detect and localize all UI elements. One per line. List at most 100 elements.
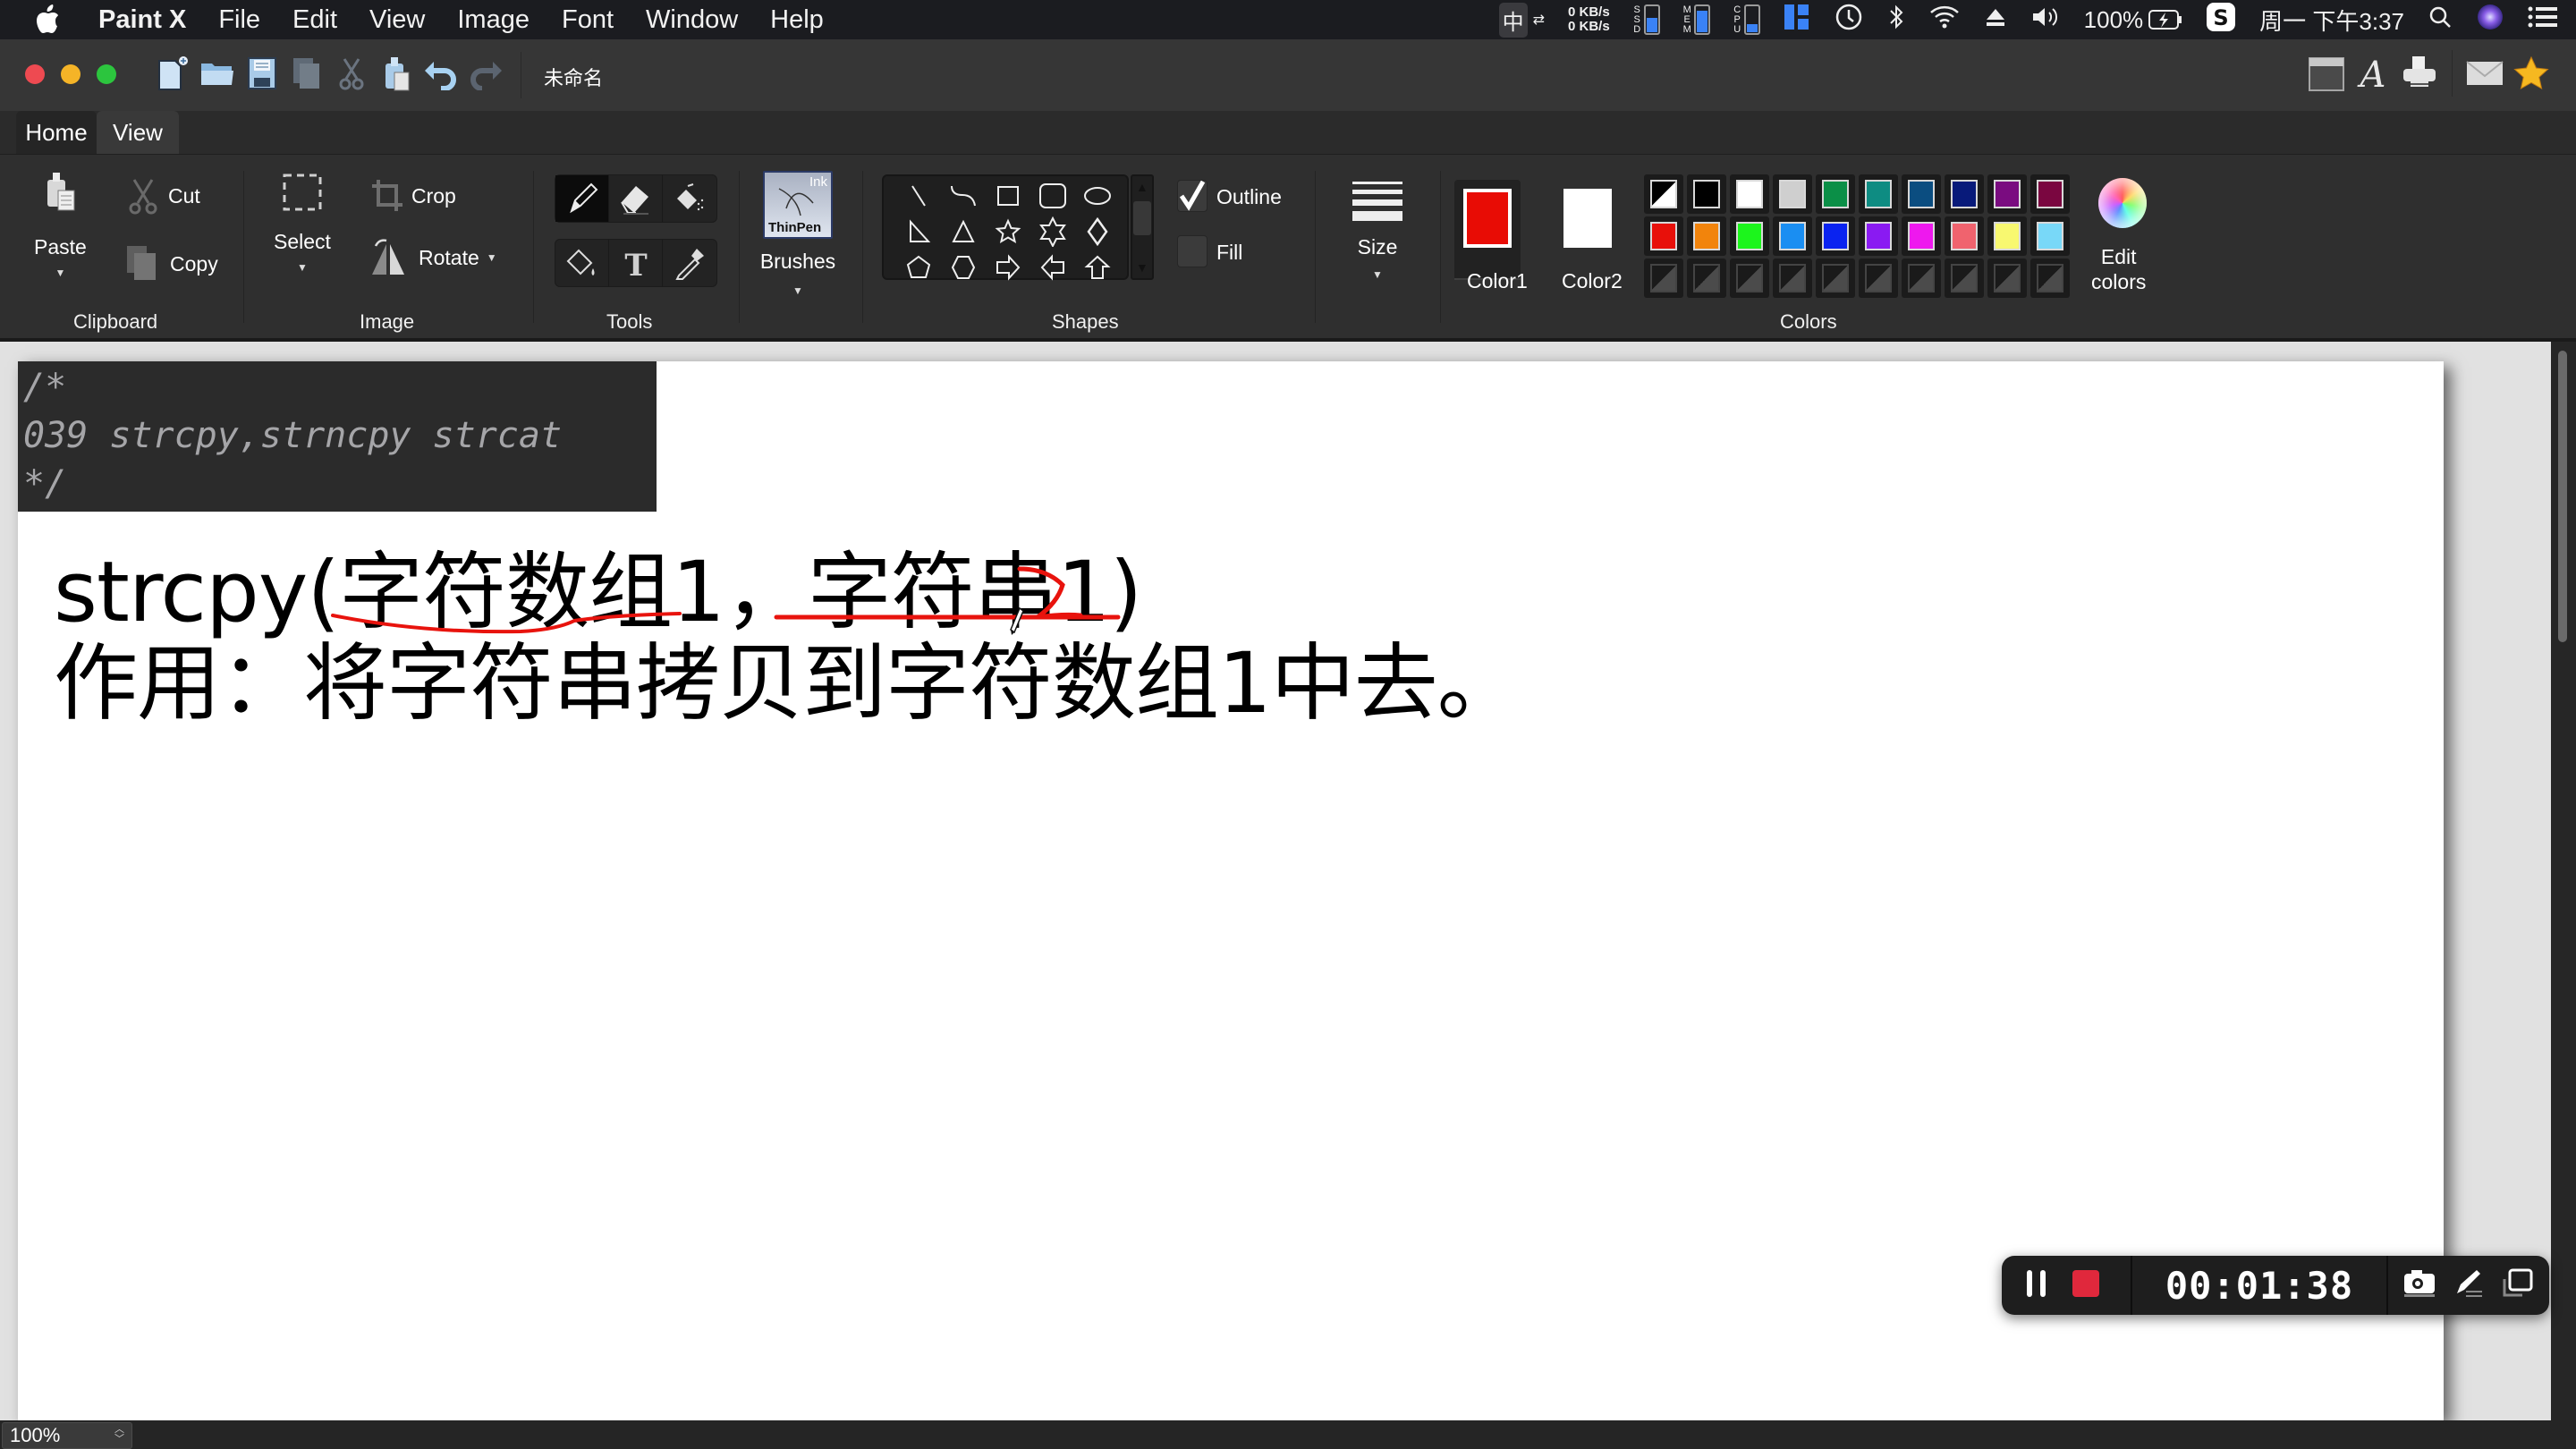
shape-star5[interactable]	[986, 214, 1030, 250]
menu-help[interactable]: Help	[770, 5, 824, 35]
shape-rounded-rectangle[interactable]	[1030, 178, 1075, 214]
palette-custom-slot[interactable]	[1687, 258, 1726, 298]
sogou-icon[interactable]: S	[2206, 2, 2236, 38]
fill-checkbox[interactable]	[1177, 235, 1208, 267]
input-method[interactable]: 中 ⇄	[1498, 2, 1545, 38]
select-button[interactable]: Select ▼	[274, 173, 331, 274]
palette-color[interactable]	[1987, 174, 2027, 214]
shape-right-triangle[interactable]	[896, 214, 941, 250]
stop-recording-button[interactable]	[2072, 1268, 2100, 1303]
palette-custom-slot[interactable]	[1945, 258, 1984, 298]
tab-view[interactable]: View	[97, 111, 179, 154]
mail-icon[interactable]	[2465, 52, 2504, 95]
network-speed[interactable]: 0 KB/s 0 KB/s	[1568, 5, 1610, 34]
paste-button[interactable]: Paste ▼	[34, 171, 87, 279]
palette-color[interactable]	[1730, 174, 1769, 214]
window-view-icon[interactable]	[2307, 52, 2346, 95]
shape-hexagon[interactable]	[941, 250, 986, 285]
shape-star6[interactable]	[1030, 214, 1075, 250]
annotate-button[interactable]	[2452, 1268, 2486, 1303]
shapes-scroll-thumb[interactable]	[1133, 201, 1151, 235]
shape-diamond[interactable]	[1075, 214, 1120, 250]
text-tool[interactable]: T	[609, 240, 663, 286]
palette-color[interactable]	[1644, 216, 1683, 256]
clock[interactable]: 周一 下午3:37	[2259, 4, 2404, 37]
palette-color[interactable]	[1902, 216, 1941, 256]
palette-custom-slot[interactable]	[2030, 258, 2070, 298]
palette-color[interactable]	[1730, 216, 1769, 256]
wifi-icon[interactable]	[1928, 4, 1961, 37]
vertical-scroll-thumb[interactable]	[2558, 351, 2567, 642]
menu-window[interactable]: Window	[646, 5, 738, 35]
eject-icon[interactable]	[1984, 5, 2007, 35]
paste-icon[interactable]	[377, 54, 415, 93]
crop-button[interactable]: Crop	[370, 178, 456, 214]
menu-view[interactable]: View	[369, 5, 425, 35]
menu-image[interactable]: Image	[457, 5, 530, 35]
shape-ellipse[interactable]	[1075, 178, 1120, 214]
minimize-window-button[interactable]	[61, 64, 80, 84]
color1-button[interactable]	[1454, 180, 1521, 280]
shape-left-arrow[interactable]	[1030, 250, 1075, 285]
bluetooth-icon[interactable]	[1887, 3, 1905, 38]
palette-color[interactable]	[1987, 216, 2027, 256]
shape-line[interactable]	[896, 178, 941, 214]
menu-file[interactable]: File	[218, 5, 260, 35]
window-mode-button[interactable]	[2501, 1268, 2535, 1303]
copy-button[interactable]: Copy	[125, 244, 218, 284]
palette-color[interactable]	[1773, 216, 1812, 256]
shape-up-arrow[interactable]	[1075, 250, 1120, 285]
window-layout-icon[interactable]	[1784, 4, 1810, 37]
color-picker-tool[interactable]	[663, 240, 716, 286]
star-icon[interactable]	[2512, 52, 2551, 95]
new-file-icon[interactable]	[154, 54, 191, 93]
rotate-button[interactable]: Rotate ▼	[369, 237, 497, 278]
size-button[interactable]: Size ▼	[1342, 182, 1413, 281]
battery-status[interactable]: 100%	[2084, 6, 2183, 34]
cpu-meter[interactable]: CPU	[1733, 4, 1760, 35]
pencil-tool[interactable]	[555, 175, 609, 222]
palette-color-black-white[interactable]	[1644, 174, 1683, 214]
palette-custom-slot[interactable]	[1859, 258, 1898, 298]
palette-color[interactable]	[2030, 174, 2070, 214]
palette-custom-slot[interactable]	[1816, 258, 1855, 298]
palette-custom-slot[interactable]	[1730, 258, 1769, 298]
menu-edit[interactable]: Edit	[292, 5, 337, 35]
eraser-tool[interactable]	[609, 175, 663, 222]
palette-color[interactable]	[1773, 174, 1812, 214]
palette-color[interactable]	[1816, 174, 1855, 214]
palette-color[interactable]	[1945, 174, 1984, 214]
palette-color[interactable]	[1687, 174, 1726, 214]
edit-colors-button[interactable]: Edit colors	[2091, 244, 2146, 294]
palette-color[interactable]	[1859, 216, 1898, 256]
outline-checkbox[interactable]	[1177, 180, 1208, 212]
close-window-button[interactable]	[25, 64, 45, 84]
fill-tool[interactable]	[555, 240, 609, 286]
brushes-button[interactable]: Ink ThinPen Brushes ▼	[751, 171, 844, 297]
palette-custom-slot[interactable]	[1902, 258, 1941, 298]
shape-triangle[interactable]	[941, 214, 986, 250]
font-icon[interactable]: A	[2353, 52, 2393, 95]
mem-meter[interactable]: MEM	[1683, 4, 1710, 35]
scroll-down-icon[interactable]: ▼	[1136, 260, 1148, 275]
cut-button[interactable]: Cut	[127, 176, 200, 216]
zoom-window-button[interactable]	[97, 64, 116, 84]
tab-home[interactable]: Home	[16, 111, 97, 154]
ssd-meter[interactable]: SSD	[1633, 4, 1660, 35]
spotlight-icon[interactable]	[2428, 4, 2453, 36]
shape-right-arrow[interactable]	[986, 250, 1030, 285]
palette-color[interactable]	[1945, 216, 1984, 256]
time-machine-icon[interactable]	[1834, 2, 1864, 38]
scroll-up-icon[interactable]: ▲	[1136, 180, 1148, 194]
palette-custom-slot[interactable]	[1644, 258, 1683, 298]
apple-menu-icon[interactable]	[34, 4, 70, 35]
color2-button[interactable]	[1556, 180, 1623, 280]
vertical-scrollbar[interactable]	[2551, 342, 2576, 1420]
open-folder-icon[interactable]	[199, 54, 236, 93]
palette-color[interactable]	[2030, 216, 2070, 256]
zoom-stepper-icon[interactable]: ︿ ﹀	[114, 1425, 124, 1445]
shape-curve[interactable]	[941, 178, 986, 214]
edit-colors-wheel-icon[interactable]	[2098, 178, 2147, 228]
shapes-scrollbar[interactable]: ▲ ▼	[1131, 174, 1154, 280]
volume-icon[interactable]	[2030, 4, 2061, 36]
